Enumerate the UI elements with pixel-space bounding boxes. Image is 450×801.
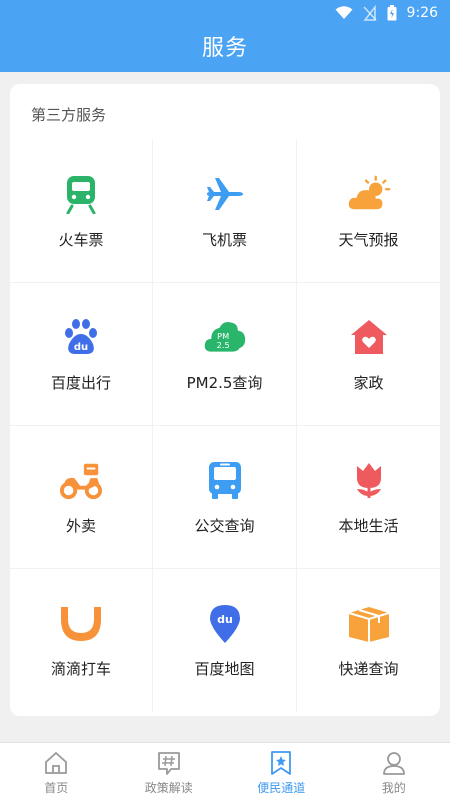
service-label: 家政 [353,372,383,393]
hashtag-chat-icon [156,750,182,776]
service-didi-taxi[interactable]: 滴滴打车 [10,569,153,712]
service-label: 滴滴打车 [51,658,111,679]
service-flight-ticket[interactable]: 飞机票 [153,140,297,283]
package-icon [347,601,391,645]
weather-icon [347,172,391,216]
battery-icon [387,5,397,21]
service-grid: 火车票 飞机票 天气预报 du 百度出行 PM2.5 PM2.5查询 [10,140,440,712]
service-baidu-travel[interactable]: du 百度出行 [10,283,153,426]
tab-label: 便民通道 [257,779,305,796]
service-label: 快递查询 [338,658,398,679]
service-pm25[interactable]: PM2.5 PM2.5查询 [153,283,297,426]
didi-icon [59,601,103,645]
service-weather[interactable]: 天气预报 [297,140,440,283]
service-baidu-map[interactable]: du 百度地图 [153,569,297,712]
no-signal-icon [363,5,377,21]
tab-label: 我的 [382,779,406,796]
scooter-icon [59,458,103,502]
service-label: 天气预报 [338,229,398,250]
tab-label: 政策解读 [145,779,193,796]
svg-text:2.5: 2.5 [216,340,229,350]
service-label: 飞机票 [202,229,247,250]
service-train-ticket[interactable]: 火车票 [10,140,153,283]
service-bus-query[interactable]: 公交查询 [153,426,297,569]
clock-time: 9:26 [407,5,438,21]
section-title: 第三方服务 [31,104,106,125]
map-pin-icon: du [203,601,247,645]
service-local-life[interactable]: 本地生活 [297,426,440,569]
user-icon [381,750,407,776]
tab-label: 首页 [44,779,68,796]
bus-icon [203,458,247,502]
app-header: 9:26 服务 [0,0,450,72]
tulip-icon [347,458,391,502]
service-label: 火车票 [58,229,103,250]
tab-mine[interactable]: 我的 [338,743,450,801]
tab-home[interactable]: 首页 [0,743,113,801]
status-bar: 9:26 [335,4,438,22]
service-housekeeping[interactable]: 家政 [297,283,440,426]
bottom-tab-bar: 首页 政策解读 便民通道 我的 [0,742,450,801]
service-label: 外卖 [66,515,96,536]
svg-text:du: du [217,613,233,626]
service-express-query[interactable]: 快递查询 [297,569,440,712]
pm25-cloud-icon: PM2.5 [203,315,247,359]
home-heart-icon [347,315,391,359]
tab-convenience-channel[interactable]: 便民通道 [225,743,338,801]
service-label: PM2.5查询 [187,372,263,393]
service-label: 百度出行 [51,372,111,393]
svg-text:du: du [74,342,88,353]
baidu-paw-icon: du [59,315,103,359]
third-party-services-card: 第三方服务 火车票 飞机票 天气预报 du 百度出行 [10,84,440,716]
service-label: 本地生活 [338,515,398,536]
page-title: 服务 [0,30,450,62]
wifi-icon [335,6,353,20]
tab-policy-interpretation[interactable]: 政策解读 [113,743,226,801]
service-food-delivery[interactable]: 外卖 [10,426,153,569]
service-label: 百度地图 [194,658,254,679]
train-icon [59,172,103,216]
star-bookmark-icon [269,750,293,776]
service-label: 公交查询 [194,515,254,536]
airplane-icon [203,172,247,216]
home-icon [43,750,69,776]
